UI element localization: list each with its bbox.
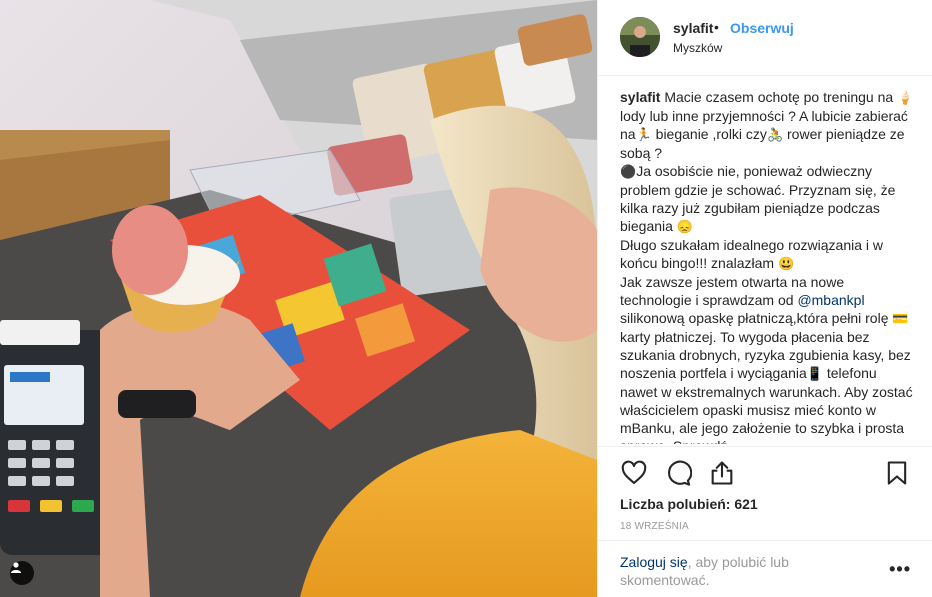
login-prompt: Zaloguj się, aby polubić lub skomentować… — [598, 540, 932, 597]
caption-text: bieganie ,rolki czy — [651, 126, 767, 142]
black-circle-emoji-icon: ⚫ — [620, 164, 637, 179]
caption-author[interactable]: sylafit — [620, 89, 660, 105]
login-prompt-text: Zaloguj się, aby polubić lub skomentować… — [620, 553, 860, 589]
cyclist-emoji-icon: 🚴 — [766, 127, 784, 142]
login-link[interactable]: Zaloguj się — [620, 554, 688, 570]
heart-icon[interactable] — [620, 459, 648, 487]
post-location[interactable]: Myszków — [673, 41, 722, 55]
share-icon[interactable] — [708, 459, 736, 487]
ice-cream-emoji-icon: 🍦 — [897, 90, 914, 105]
avatar[interactable] — [620, 17, 660, 57]
post-date[interactable]: 18 WRZEŚNIA — [620, 521, 689, 532]
avatar-image — [620, 17, 660, 57]
post-header: sylafit • Obserwuj Myszków — [598, 0, 932, 76]
post-photo[interactable] — [0, 0, 597, 597]
bookmark-icon[interactable] — [883, 459, 911, 487]
post-caption: sylafit Macie czasem ochotę po treningu … — [620, 88, 915, 444]
caption-text: Długo szukałam idealnego rozwiązania i w… — [620, 237, 884, 271]
runner-emoji-icon: 🏃 — [635, 127, 652, 142]
more-options-button[interactable]: ••• — [889, 559, 911, 580]
caption-text: silikonową opaskę płatniczą,która pełni … — [620, 310, 893, 326]
caption-text: Ja osobiście nie, ponieważ odwieczny pro… — [620, 163, 896, 234]
user-tag-button[interactable] — [10, 561, 34, 585]
smile-emoji-icon: 😃 — [777, 256, 795, 271]
likes-count: Liczba polubień: 621 — [620, 496, 758, 512]
mention-link[interactable]: @mbankpl — [797, 292, 864, 308]
post-side-panel: sylafit • Obserwuj Myszków sylafit Macie… — [597, 0, 932, 597]
comment-icon[interactable] — [664, 459, 692, 487]
follow-button[interactable]: Obserwuj — [730, 20, 794, 36]
user-tag-icon — [11, 562, 21, 573]
post-author-username[interactable]: sylafit — [673, 20, 713, 36]
caption-text: Macie czasem ochotę po treningu na — [660, 89, 898, 105]
credit-card-emoji-icon: 💳 — [892, 311, 909, 326]
sad-face-emoji-icon: 😞 — [676, 219, 694, 234]
phone-emoji-icon: 📱 — [806, 366, 823, 381]
post-actions-bar — [598, 446, 932, 496]
header-separator: • — [714, 19, 719, 35]
ice-cream-shop-photo — [0, 0, 597, 597]
